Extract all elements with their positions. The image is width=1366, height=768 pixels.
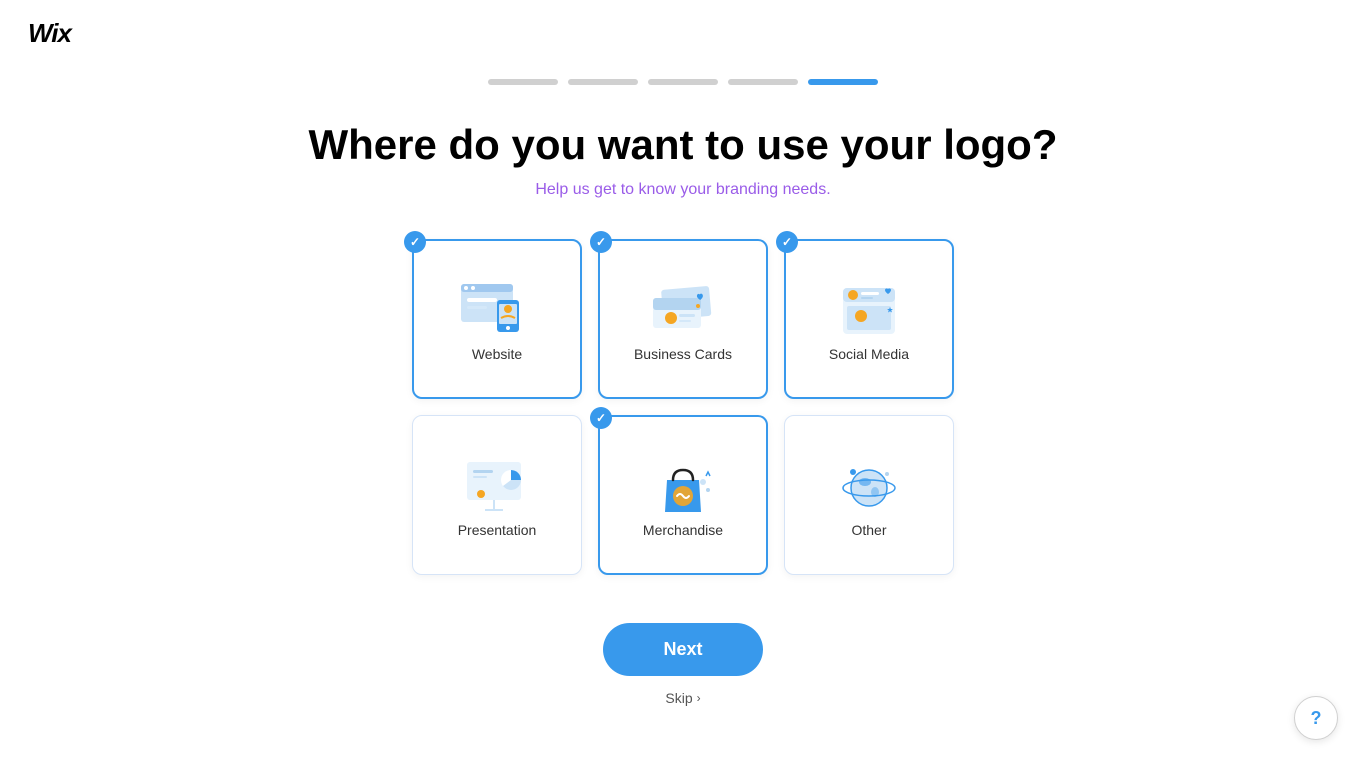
card-merchandise[interactable]: ✓ Merchandise bbox=[598, 415, 768, 575]
card-merchandise-label: Merchandise bbox=[643, 522, 723, 538]
card-social-media[interactable]: ✓ Social Media bbox=[784, 239, 954, 399]
progress-segment-3 bbox=[648, 79, 718, 85]
card-business-cards[interactable]: ✓ Business Cards bbox=[598, 239, 768, 399]
card-website-label: Website bbox=[472, 346, 522, 362]
card-website[interactable]: ✓ Website bbox=[412, 239, 582, 399]
top-bar: Wix bbox=[0, 0, 1366, 67]
card-business-cards-label: Business Cards bbox=[634, 346, 732, 362]
skip-link[interactable]: Skip › bbox=[665, 690, 700, 706]
next-button[interactable]: Next bbox=[603, 623, 762, 676]
business-cards-icon bbox=[643, 276, 723, 346]
card-presentation[interactable]: Presentation bbox=[412, 415, 582, 575]
progress-segment-5 bbox=[808, 79, 878, 85]
wix-logo: Wix bbox=[28, 18, 71, 49]
main-content: Where do you want to use your logo? Help… bbox=[0, 121, 1366, 706]
progress-bar bbox=[0, 79, 1366, 85]
progress-segment-1 bbox=[488, 79, 558, 85]
page-title: Where do you want to use your logo? bbox=[308, 121, 1057, 169]
skip-label: Skip bbox=[665, 690, 692, 706]
website-icon bbox=[457, 276, 537, 346]
progress-segment-4 bbox=[728, 79, 798, 85]
merchandise-icon bbox=[643, 452, 723, 522]
check-merchandise: ✓ bbox=[590, 407, 612, 429]
social-media-icon bbox=[829, 276, 909, 346]
check-website: ✓ bbox=[404, 231, 426, 253]
presentation-icon bbox=[457, 452, 537, 522]
card-other[interactable]: Other bbox=[784, 415, 954, 575]
other-icon bbox=[829, 452, 909, 522]
card-presentation-label: Presentation bbox=[458, 522, 537, 538]
check-business-cards: ✓ bbox=[590, 231, 612, 253]
card-other-label: Other bbox=[851, 522, 886, 538]
help-button[interactable]: ? bbox=[1294, 696, 1338, 740]
check-social-media: ✓ bbox=[776, 231, 798, 253]
cards-grid: ✓ Website ✓ bbox=[412, 239, 954, 575]
skip-arrow-icon: › bbox=[697, 691, 701, 705]
progress-segment-2 bbox=[568, 79, 638, 85]
page-subtitle: Help us get to know your branding needs. bbox=[535, 181, 830, 199]
card-social-media-label: Social Media bbox=[829, 346, 909, 362]
